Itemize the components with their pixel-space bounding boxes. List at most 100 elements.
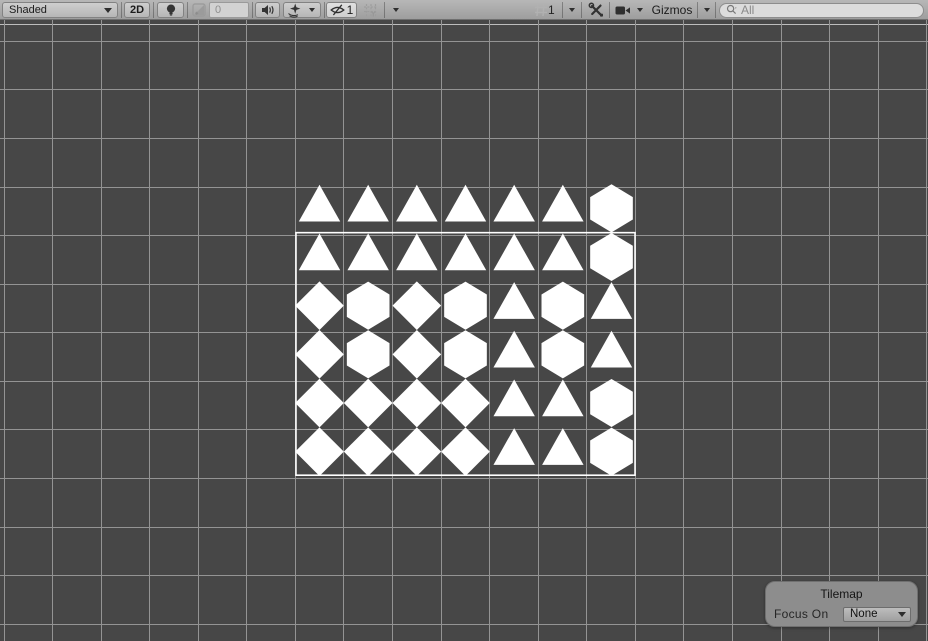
tile-triangle bbox=[591, 331, 632, 368]
focus-on-dropdown[interactable]: None bbox=[843, 607, 911, 622]
search-icon bbox=[726, 4, 738, 16]
tile-hexagon bbox=[444, 282, 487, 330]
tile-triangle bbox=[347, 185, 388, 222]
grid-line bbox=[829, 20, 830, 641]
tile-diamond bbox=[393, 427, 442, 476]
scene-search-field[interactable] bbox=[719, 3, 924, 18]
grid-settings-dropdown-button[interactable] bbox=[388, 2, 404, 18]
tile-hexagon bbox=[590, 428, 633, 476]
component-tools-button[interactable] bbox=[584, 2, 608, 18]
wrench-screwdriver-icon bbox=[588, 2, 604, 18]
tile-hexagon bbox=[444, 330, 487, 378]
grid-axis-button[interactable]: 1 bbox=[534, 2, 560, 18]
grid-axis-count: 1 bbox=[548, 3, 555, 17]
tile-triangle bbox=[347, 233, 388, 270]
gizmos-label: Gizmos bbox=[652, 3, 693, 17]
tile-hexagon bbox=[542, 330, 585, 378]
toggle-2d-button[interactable]: 2D bbox=[124, 2, 150, 18]
grid-line bbox=[878, 20, 879, 641]
tile-triangle bbox=[493, 379, 534, 416]
hidden-objects-count: 1 bbox=[347, 3, 354, 17]
chevron-down-icon bbox=[393, 8, 399, 12]
tile-hexagon bbox=[542, 282, 585, 330]
tilemap-panel-title: Tilemap bbox=[766, 587, 917, 601]
tile-hexagon bbox=[590, 184, 633, 232]
scene-viewport[interactable] bbox=[0, 20, 928, 641]
grid-axis-dropdown-button[interactable] bbox=[564, 2, 580, 18]
gizmos-button[interactable]: Gizmos bbox=[648, 2, 696, 18]
tile-triangle bbox=[493, 233, 534, 270]
toggle-2d-label: 2D bbox=[130, 4, 144, 16]
grid-line bbox=[732, 20, 733, 641]
chevron-down-icon bbox=[104, 8, 112, 13]
lightbulb-icon bbox=[164, 3, 178, 17]
grid-line bbox=[926, 20, 927, 641]
grid-line bbox=[149, 20, 150, 641]
grid-icon bbox=[534, 3, 548, 17]
tile-triangle bbox=[493, 428, 534, 465]
tile-triangle bbox=[493, 185, 534, 222]
tile-diamond bbox=[295, 427, 344, 476]
tile-diamond bbox=[344, 427, 393, 476]
tilemap-sprites bbox=[295, 184, 636, 476]
tile-diamond bbox=[295, 281, 344, 330]
focus-on-value: None bbox=[850, 608, 878, 620]
grid-line bbox=[0, 575, 928, 576]
scene-camera-button[interactable] bbox=[612, 2, 633, 18]
camera-icon bbox=[615, 5, 631, 16]
speaker-icon bbox=[261, 4, 275, 16]
tile-triangle bbox=[493, 282, 534, 319]
camera-dropdown-button[interactable] bbox=[633, 2, 646, 18]
effects-dropdown-button[interactable] bbox=[304, 2, 321, 18]
tile-diamond bbox=[344, 379, 393, 428]
grid-line bbox=[0, 89, 928, 90]
exposure-value: 0 bbox=[215, 4, 221, 16]
exposure-icon bbox=[190, 2, 208, 18]
tile-hexagon bbox=[590, 379, 633, 427]
chevron-down-icon bbox=[309, 8, 315, 12]
scene-visibility-toggle[interactable]: 1 bbox=[326, 2, 357, 18]
scene-audio-button[interactable] bbox=[255, 2, 280, 18]
scene-lighting-button[interactable] bbox=[157, 2, 184, 18]
tile-diamond bbox=[295, 379, 344, 428]
tile-triangle bbox=[542, 428, 583, 465]
focus-on-label: Focus On bbox=[774, 607, 828, 621]
effects-icon bbox=[287, 3, 302, 18]
tile-triangle bbox=[396, 185, 437, 222]
scene-toolbar: Shaded 2D 0 bbox=[0, 0, 928, 20]
gizmos-dropdown-button[interactable] bbox=[699, 2, 714, 18]
tile-hexagon bbox=[347, 330, 390, 378]
grid-line bbox=[781, 20, 782, 641]
chevron-down-icon bbox=[704, 8, 710, 12]
grid-line bbox=[0, 527, 928, 528]
tile-diamond bbox=[393, 281, 442, 330]
tile-triangle bbox=[542, 379, 583, 416]
grid-line bbox=[101, 20, 102, 641]
tile-triangle bbox=[445, 233, 486, 270]
tile-triangle bbox=[396, 233, 437, 270]
unity-scene-view: Shaded 2D 0 bbox=[0, 0, 928, 641]
grid-line bbox=[0, 478, 928, 479]
exposure-value-field: 0 bbox=[209, 2, 249, 18]
tile-triangle bbox=[299, 185, 340, 222]
tile-triangle bbox=[493, 331, 534, 368]
grid-line bbox=[0, 41, 928, 42]
shading-mode-label: Shaded bbox=[3, 4, 104, 16]
tile-triangle bbox=[445, 185, 486, 222]
search-input[interactable] bbox=[741, 3, 901, 17]
tile-triangle bbox=[542, 185, 583, 222]
grid-line bbox=[246, 20, 247, 641]
scene-effects-button[interactable] bbox=[283, 2, 305, 18]
grid-settings-icon bbox=[360, 2, 381, 18]
shading-mode-dropdown[interactable]: Shaded bbox=[2, 2, 118, 18]
grid-line bbox=[683, 20, 684, 641]
eye-slash-icon bbox=[330, 4, 345, 16]
chevron-down-icon bbox=[569, 8, 575, 12]
grid-line bbox=[4, 20, 5, 641]
tile-triangle bbox=[591, 282, 632, 319]
tile-triangle bbox=[299, 233, 340, 270]
tile-diamond bbox=[441, 379, 490, 428]
tile-diamond bbox=[393, 379, 442, 428]
tile-hexagon bbox=[347, 282, 390, 330]
tile-diamond bbox=[441, 427, 490, 476]
